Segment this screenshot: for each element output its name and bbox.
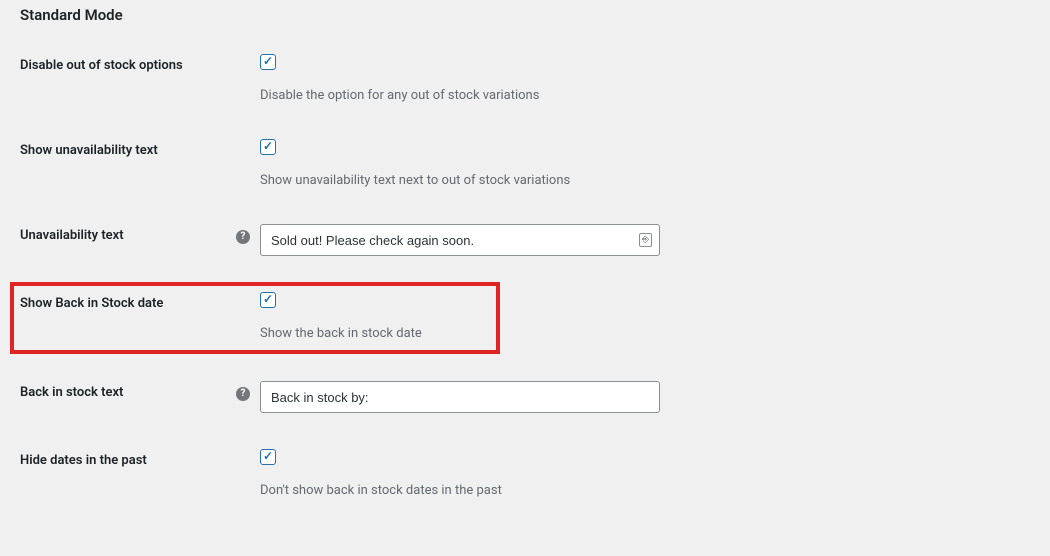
settings-form-table: Disable out of stock options Disable the… xyxy=(20,48,1030,528)
input-back-in-stock-text[interactable] xyxy=(260,381,660,413)
help-icon[interactable]: ? xyxy=(236,387,250,401)
label-unavailability-text: Unavailability text xyxy=(20,218,230,286)
checkbox-hide-dates-in-past[interactable] xyxy=(260,449,276,465)
row-show-back-in-stock-date: Show Back in Stock date Show the back in… xyxy=(20,286,1030,361)
row-back-in-stock-text: Back in stock text ? xyxy=(20,361,1030,443)
description-show-back-in-stock-date: Show the back in stock date xyxy=(260,326,1030,341)
input-unavailability-text[interactable] xyxy=(260,224,660,256)
description-show-unavailability-text: Show unavailability text next to out of … xyxy=(260,173,1030,188)
row-show-unavailability-text: Show unavailability text Show unavailabi… xyxy=(20,133,1030,218)
label-hide-dates-in-past: Hide dates in the past xyxy=(20,443,230,528)
section-heading: Standard Mode xyxy=(20,6,1030,24)
label-show-back-in-stock-date: Show Back in Stock date xyxy=(20,296,163,311)
row-disable-out-of-stock: Disable out of stock options Disable the… xyxy=(20,48,1030,133)
label-disable-out-of-stock: Disable out of stock options xyxy=(20,48,230,133)
row-unavailability-text: Unavailability text ? ⎆ xyxy=(20,218,1030,286)
description-disable-out-of-stock: Disable the option for any out of stock … xyxy=(260,88,1030,103)
description-hide-dates-in-past: Don't show back in stock dates in the pa… xyxy=(260,483,1030,498)
help-icon[interactable]: ? xyxy=(236,230,250,244)
checkbox-show-unavailability-text[interactable] xyxy=(260,139,276,155)
checkbox-show-back-in-stock-date[interactable] xyxy=(260,292,276,308)
row-hide-dates-in-past: Hide dates in the past Don't show back i… xyxy=(20,443,1030,528)
checkbox-disable-out-of-stock[interactable] xyxy=(260,54,276,70)
label-show-unavailability-text: Show unavailability text xyxy=(20,133,230,218)
label-back-in-stock-text: Back in stock text xyxy=(20,361,230,443)
